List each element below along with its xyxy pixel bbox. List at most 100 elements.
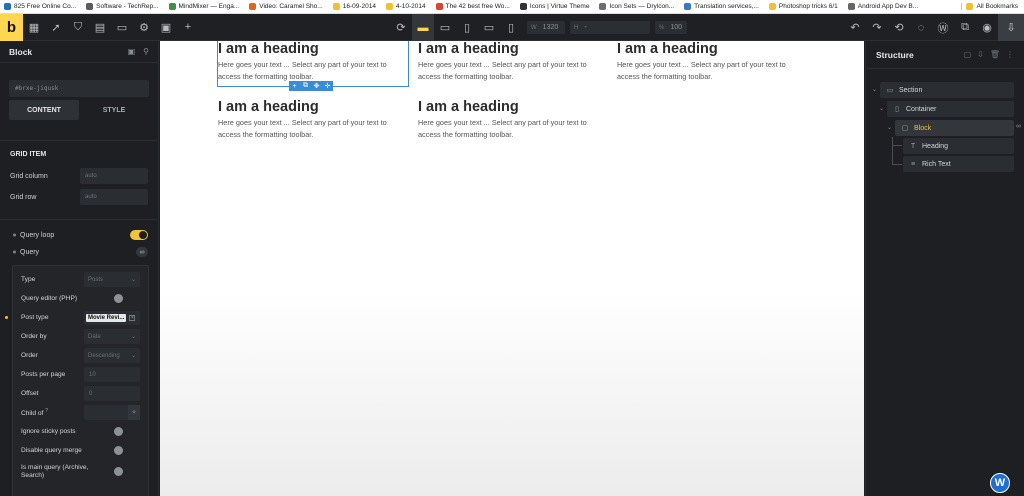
structure-node-heading[interactable]: T Heading [903, 138, 1014, 154]
rich-text[interactable]: Here goes your text ... Select any part … [218, 117, 408, 141]
tab-style[interactable]: STYLE [79, 100, 149, 120]
structure-node-section[interactable]: ▭ Section [880, 82, 1014, 98]
block-item[interactable]: I am a heading Here goes your text ... S… [217, 41, 409, 87]
folder-icon[interactable]: ▭ [111, 14, 133, 41]
chevron-down-icon[interactable]: ⌄ [879, 105, 884, 112]
heading[interactable]: I am a heading [418, 41, 608, 58]
gear-icon[interactable]: ⚙ [133, 14, 155, 41]
shield-icon[interactable]: ⛉ [67, 14, 89, 41]
remove-tag-icon[interactable]: × [129, 314, 136, 321]
clipboard-icon[interactable]: ▢ [964, 50, 972, 59]
chevron-down-icon[interactable]: ⌄ [872, 86, 877, 93]
elements-icon[interactable]: ▦ [23, 14, 45, 41]
all-bookmarks[interactable]: All Bookmarks [961, 3, 1024, 10]
duplicate-icon[interactable]: ⧉ [300, 81, 311, 91]
chevron-down-icon[interactable]: ⌄ [887, 124, 892, 131]
order-by-select[interactable]: Date ⌄ [84, 329, 140, 344]
css-id-field[interactable]: #brxe-jiqusk [9, 80, 149, 97]
rich-text[interactable]: Here goes your text ... Select any part … [617, 59, 807, 83]
mobile-landscape-icon[interactable]: ▭ [478, 14, 500, 41]
move-icon[interactable]: ✥ [311, 81, 322, 91]
height-input[interactable]: H- [570, 21, 650, 34]
pin-icon[interactable]: ⚲ [143, 47, 149, 56]
bookmark-1[interactable]: Software - TechRep... [82, 3, 164, 10]
grid-column-input[interactable]: auto [80, 168, 148, 184]
grid-icon[interactable]: ▣ [155, 14, 177, 41]
save-icon[interactable]: ⇩ [998, 14, 1024, 41]
rich-text[interactable]: Here goes your text ... Select any part … [418, 117, 608, 141]
block-item[interactable]: I am a heading Here goes your text ... S… [617, 41, 807, 83]
query-type-select[interactable]: Posts ⌄ [84, 272, 140, 287]
help-icon[interactable]: ? [45, 408, 48, 414]
bookmark-8[interactable]: Icon Sets — Drylcon... [595, 3, 680, 10]
bookmark-6[interactable]: The 42 best free Wo... [432, 3, 516, 10]
bookmark-favicon-icon [684, 3, 692, 10]
infinity-icon[interactable]: ∞ [136, 247, 148, 257]
post-type-select[interactable]: Movie Revi... × [84, 310, 140, 325]
posts-per-page-input[interactable]: 10 [84, 367, 140, 382]
block-item[interactable]: I am a heading Here goes your text ... S… [418, 41, 608, 83]
code-icon[interactable]: ◌ [910, 14, 932, 41]
query-loop-toggle[interactable] [130, 230, 148, 240]
mobile-portrait-icon[interactable]: ▯ [500, 14, 522, 41]
bookmark-favicon-icon [847, 3, 855, 10]
element-settings-panel: Block ▣ ⚲ #brxe-jiqusk CONTENT STYLE GRI… [0, 41, 159, 496]
refresh-icon[interactable]: ⟳ [390, 14, 412, 41]
plus-icon[interactable]: + [177, 14, 199, 41]
block-item[interactable]: I am a heading Here goes your text ... S… [218, 99, 408, 141]
child-of-input[interactable]: ✧ [84, 405, 140, 420]
trash-icon[interactable]: 🗑 [990, 50, 1000, 59]
add-icon[interactable]: + [289, 81, 300, 91]
bookmark-4[interactable]: 16-09-2014 [329, 3, 382, 10]
page-icon[interactable]: ▤ [89, 14, 111, 41]
structure-node-block[interactable]: ▢ Block [895, 120, 1014, 136]
disable-merge-toggle[interactable] [114, 445, 132, 456]
bookmark-5[interactable]: 4-10-2014 [382, 3, 432, 10]
more-icon[interactable]: ⋮ [1006, 50, 1014, 59]
grid-row-input[interactable]: auto [80, 189, 148, 205]
heading[interactable]: I am a heading [218, 41, 408, 58]
bookmark-2[interactable]: MindMixer — Enga... [165, 3, 246, 10]
history-icon[interactable]: ⟲ [888, 14, 910, 41]
bookmark-0[interactable]: 825 Free Online Co... [0, 3, 82, 10]
folder-icon [385, 3, 393, 10]
bricks-logo[interactable]: b [0, 13, 23, 41]
rich-text[interactable]: Here goes your text ... Select any part … [218, 59, 408, 83]
structure-node-container[interactable]: ▯ Container [887, 101, 1014, 117]
query-editor-toggle[interactable] [114, 293, 132, 304]
heading[interactable]: I am a heading [218, 99, 408, 116]
external-link-icon[interactable]: ⧉ [954, 14, 976, 41]
tab-content[interactable]: CONTENT [9, 100, 79, 120]
width-input[interactable]: W 1320 [527, 21, 565, 34]
zoom-input[interactable]: % 100 [655, 21, 687, 34]
order-select[interactable]: Descending ⌄ [84, 348, 140, 363]
cursor-icon[interactable]: ➚ [45, 14, 67, 41]
is-main-query-toggle[interactable] [114, 467, 132, 477]
tablet-breakpoint-icon[interactable]: ▯ [456, 14, 478, 41]
bookmark-7[interactable]: Icons | Virtue Theme [516, 3, 596, 10]
heading[interactable]: I am a heading [617, 41, 807, 58]
heading[interactable]: I am a heading [418, 99, 608, 116]
query-row: Query ∞ [0, 242, 158, 262]
undo-icon[interactable]: ↶ [844, 14, 866, 41]
bookmark-11[interactable]: Android App Dev B... [844, 3, 924, 10]
copy-icon[interactable]: ▣ [128, 47, 136, 56]
dynamic-data-icon[interactable]: ✧ [128, 405, 140, 420]
download-icon[interactable]: ⇩ [977, 50, 984, 59]
rich-text[interactable]: Here goes your text ... Select any part … [418, 59, 608, 83]
offset-input[interactable]: 0 [84, 386, 140, 401]
grid-row-row: Grid row auto [0, 187, 158, 207]
bookmark-3[interactable]: Video: Caramel Sho... [245, 3, 328, 10]
preview-eye-icon[interactable]: ◉ [976, 14, 998, 41]
laptop-breakpoint-icon[interactable]: ▭ [434, 14, 456, 41]
block-item[interactable]: I am a heading Here goes your text ... S… [418, 99, 608, 141]
ignore-sticky-toggle[interactable] [114, 426, 132, 437]
wordpress-icon[interactable]: Ⓦ [932, 14, 954, 41]
bookmark-9[interactable]: Translation services,... [680, 3, 765, 10]
desktop-breakpoint-icon[interactable]: ▬ [412, 14, 434, 41]
structure-node-rich-text[interactable]: ≡ Rich Text [903, 156, 1014, 172]
bookmark-10[interactable]: Photoshop tricks 6/1 [765, 3, 844, 10]
redo-icon[interactable]: ↷ [866, 14, 888, 41]
bookmark-favicon-icon [168, 3, 176, 10]
drag-icon[interactable]: ✛ [322, 81, 333, 91]
